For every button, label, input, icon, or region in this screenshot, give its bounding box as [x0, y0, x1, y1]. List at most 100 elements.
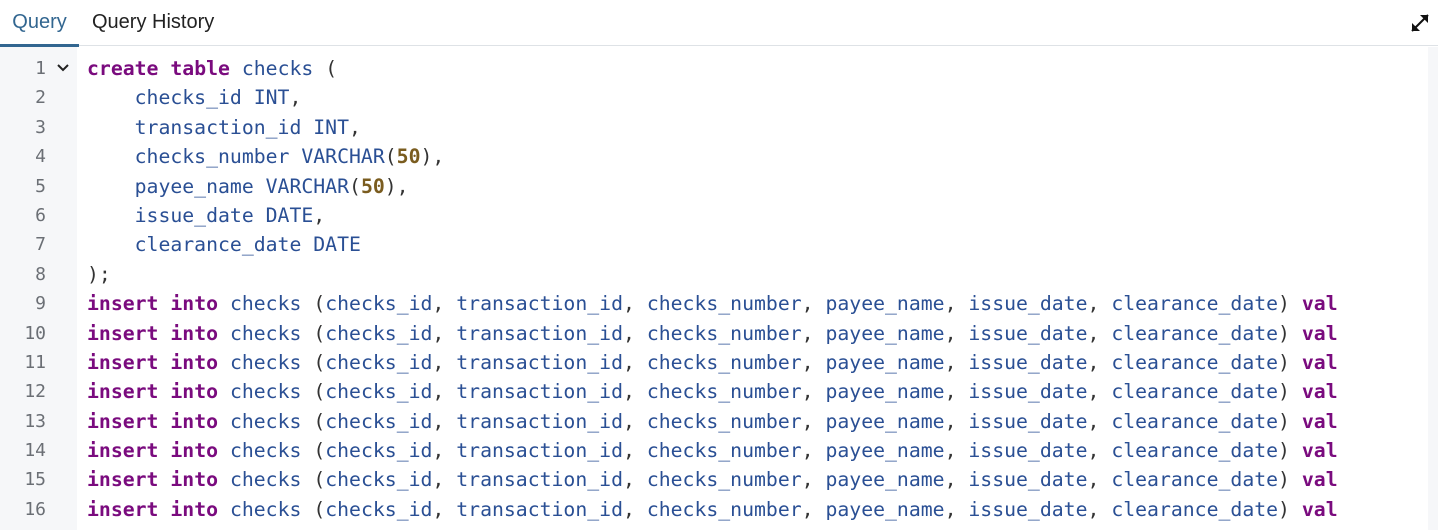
- code-text: checks_id INT,: [87, 83, 302, 112]
- code-token: checks_id: [325, 292, 433, 316]
- vertical-scrollbar[interactable]: [1428, 47, 1438, 530]
- code-token: payee_name: [825, 497, 945, 521]
- code-line: 9 insert into checks (checks_id, transact…: [0, 289, 1428, 318]
- code-line: 14 insert into checks (checks_id, transac…: [0, 436, 1428, 465]
- chevron-down-icon[interactable]: [55, 54, 71, 83]
- code-token: issue_date: [968, 350, 1088, 374]
- tab-query[interactable]: Query: [0, 0, 79, 47]
- code-token: val: [1301, 409, 1338, 433]
- code-token: ): [1278, 350, 1302, 374]
- code-line: 10 insert into checks (checks_id, transac…: [0, 319, 1428, 348]
- code-token: ,: [432, 321, 457, 345]
- code-token: into: [170, 468, 219, 492]
- code-token: clearance_date: [1111, 497, 1279, 521]
- code-token: ,: [622, 468, 647, 492]
- code-token: insert: [87, 439, 159, 463]
- code-text: insert into checks (checks_id, transacti…: [87, 289, 1338, 318]
- code-token: table: [170, 57, 230, 80]
- code-token: ,: [944, 409, 969, 433]
- code-token: ,: [801, 380, 826, 404]
- code-text: payee_name VARCHAR(50),: [87, 172, 409, 201]
- code-token: checks_id: [325, 321, 433, 345]
- tab-query-history-label: Query History: [92, 11, 215, 33]
- code-token: insert: [87, 380, 159, 404]
- code-token: insert: [87, 350, 159, 374]
- code-token: ): [1278, 468, 1302, 492]
- code-token: transaction_id: [456, 292, 623, 316]
- code-token: ,: [349, 115, 361, 139]
- code-token: ): [1278, 380, 1302, 404]
- code-token: transaction_id: [456, 350, 623, 374]
- code-token: issue_date: [968, 380, 1088, 404]
- code-editor[interactable]: 1 create table checks (2 checks_id INT, 3 …: [0, 47, 1438, 530]
- code-token: transaction_id: [456, 409, 623, 433]
- code-token: ,: [622, 409, 647, 433]
- code-token: ),: [420, 145, 445, 169]
- code-token: checks: [218, 380, 314, 404]
- code-token: ,: [313, 203, 326, 227]
- line-number: 5: [35, 175, 46, 197]
- code-token: ,: [432, 439, 457, 463]
- code-token: ,: [432, 409, 457, 433]
- code-token: (: [313, 439, 326, 463]
- code-token: ): [1278, 439, 1302, 463]
- code-token: checks_id: [325, 380, 433, 404]
- line-number: 1: [35, 58, 46, 79]
- code-token: (: [384, 145, 397, 169]
- code-token: transaction_id: [456, 439, 623, 463]
- code-token: checks: [218, 292, 314, 316]
- code-token: (: [313, 292, 326, 316]
- code-token: ,: [289, 86, 302, 110]
- code-token: clearance_date: [1111, 409, 1279, 433]
- tab-query-label: Query: [12, 11, 67, 33]
- code-line: 11 insert into checks (checks_id, transac…: [0, 348, 1428, 377]
- code-token: checks_number: [646, 350, 802, 374]
- code-token: checks: [218, 468, 314, 492]
- code-token: ,: [801, 350, 826, 374]
- code-token: ,: [801, 497, 826, 521]
- tab-query-history[interactable]: Query History: [92, 0, 214, 46]
- code-text: );: [87, 260, 111, 289]
- code-token: issue_date: [968, 439, 1088, 463]
- code-token: (: [313, 468, 326, 492]
- line-number: 13: [24, 410, 46, 432]
- code-line: 7 clearance_date DATE: [0, 230, 1428, 259]
- code-token: (: [313, 380, 326, 404]
- code-text: checks_number VARCHAR(50),: [87, 142, 445, 171]
- code-token: payee_name: [825, 380, 945, 404]
- line-number: 6: [35, 204, 46, 226]
- code-token: clearance_date DATE: [87, 233, 361, 257]
- code-text: insert into checks (checks_id, transacti…: [87, 319, 1338, 348]
- code-token: val: [1301, 321, 1338, 345]
- code-token: ,: [1087, 497, 1112, 521]
- code-token: transaction_id INT: [87, 115, 350, 139]
- code-token: into: [170, 380, 219, 404]
- code-line: 13 insert into checks (checks_id, transac…: [0, 407, 1428, 436]
- code-text: transaction_id INT,: [87, 113, 361, 142]
- code-token: ,: [944, 439, 969, 463]
- code-text: insert into checks (checks_id, transacti…: [87, 495, 1338, 524]
- code-token: clearance_date: [1111, 292, 1279, 316]
- code-token: ,: [944, 321, 969, 345]
- code-token: issue_date: [968, 292, 1088, 316]
- code-token: clearance_date: [1111, 380, 1279, 404]
- code-text: issue_date DATE,: [87, 201, 326, 230]
- code-token: checks: [218, 321, 314, 345]
- code-line: 4 checks_number VARCHAR(50),: [0, 142, 1428, 171]
- line-number: 4: [35, 146, 46, 168]
- code-token: val: [1301, 350, 1338, 374]
- line-number: 8: [35, 263, 46, 285]
- line-number: 2: [35, 87, 46, 109]
- code-token: ,: [432, 380, 457, 404]
- expand-icon[interactable]: [1408, 11, 1432, 35]
- code-token: checks_id: [325, 497, 433, 521]
- line-number: 7: [35, 234, 46, 256]
- code-token: into: [170, 497, 219, 521]
